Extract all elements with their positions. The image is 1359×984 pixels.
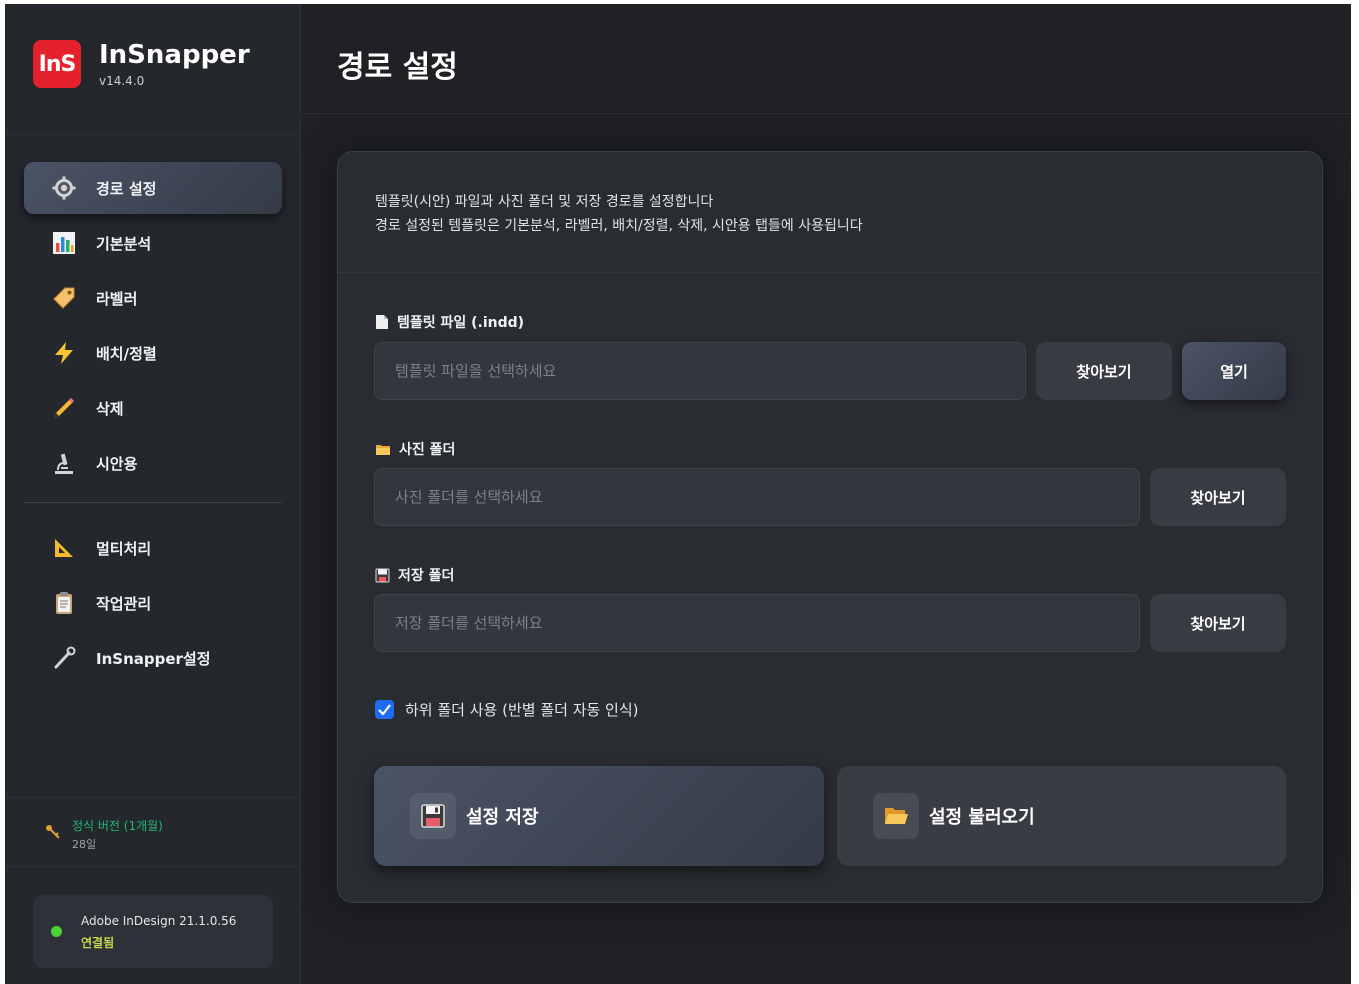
save-browse-button[interactable]: 찾아보기 (1150, 594, 1286, 652)
sidebar-item-label: 기본분석 (96, 234, 152, 253)
main-content: 경로 설정 템플릿(시안) 파일과 사진 폴더 및 저장 경로를 설정합니다 경… (301, 4, 1351, 984)
sidebar-item-label: 경로 설정 (96, 179, 157, 198)
pencil-icon (50, 394, 78, 422)
photo-folder-input[interactable] (374, 468, 1140, 526)
save-settings-button[interactable]: 설정 저장 (374, 766, 824, 866)
triangle-ruler-icon (50, 534, 78, 562)
document-icon (375, 314, 389, 330)
template-open-button[interactable]: 열기 (1182, 342, 1286, 400)
photo-folder-label: 사진 폴더 (375, 439, 455, 459)
clipboard-icon (50, 589, 78, 617)
template-file-input[interactable] (374, 342, 1026, 400)
sidebar-item-label: 배치/정렬 (96, 344, 157, 363)
wrench-icon (50, 644, 78, 672)
description-line-1: 템플릿(시안) 파일과 사진 폴더 및 저장 경로를 설정합니다 (375, 194, 714, 210)
panel-description: 템플릿(시안) 파일과 사진 폴더 및 저장 경로를 설정합니다 경로 설정된 … (338, 152, 1322, 273)
sidebar-item-label: 시안용 (96, 454, 138, 473)
path-settings-panel: 템플릿(시안) 파일과 사진 폴더 및 저장 경로를 설정합니다 경로 설정된 … (337, 151, 1323, 903)
page-header: 경로 설정 (301, 4, 1351, 114)
photo-folder-label-text: 사진 폴더 (399, 442, 456, 458)
tag-icon (50, 284, 78, 312)
sidebar-item-labeler[interactable]: 라벨러 (24, 272, 282, 324)
sidebar-item-insnapper-settings[interactable]: InSnapper설정 (24, 632, 282, 684)
sidebar-item-batch-sort[interactable]: 배치/정렬 (24, 327, 282, 379)
license-days: 28일 (72, 838, 97, 851)
description-line-2: 경로 설정된 템플릿은 기본분석, 라벨러, 배치/정렬, 삭제, 시안용 탭들… (375, 218, 863, 234)
sidebar-item-path-settings[interactable]: 경로 설정 (24, 162, 282, 214)
sidebar-item-draft[interactable]: 시안용 (24, 437, 282, 489)
bar-chart-icon (50, 229, 78, 257)
brand-header: InS InSnapper v14.4.0 (5, 4, 300, 135)
nav-divider (24, 502, 282, 503)
app-name: InSnapper (99, 40, 250, 70)
connection-indicator (51, 926, 62, 937)
sidebar-item-label: 멀티처리 (96, 539, 152, 558)
gear-icon (50, 174, 78, 202)
open-folder-icon (873, 793, 919, 839)
folder-icon (375, 442, 391, 456)
save-folder-label-text: 저장 폴더 (398, 568, 455, 584)
load-settings-label: 설정 불러오기 (929, 807, 1035, 828)
license-info: 정식 버전 (1개월) 28일 (5, 797, 301, 867)
page-title: 경로 설정 (337, 50, 458, 85)
subfolder-option[interactable]: 하위 폴더 사용 (반별 폴더 자동 인식) (375, 699, 639, 720)
subfolder-checkbox[interactable] (375, 700, 394, 719)
sidebar-item-label: 삭제 (96, 399, 124, 418)
key-icon (45, 824, 61, 844)
sidebar-item-label: 라벨러 (96, 289, 138, 308)
floppy-disk-icon (375, 568, 390, 583)
sidebar-item-label: InSnapper설정 (96, 649, 211, 668)
app-window: InS InSnapper v14.4.0 경로 설정 기본분석 라벨러 배치/… (5, 4, 1351, 984)
sidebar-nav: 경로 설정 기본분석 라벨러 배치/정렬 삭제 시안용 멀티처리 작업관리 In… (24, 162, 282, 687)
sidebar-item-delete[interactable]: 삭제 (24, 382, 282, 434)
save-folder-input[interactable] (374, 594, 1140, 652)
microscope-icon (50, 449, 78, 477)
save-settings-label: 설정 저장 (466, 807, 539, 828)
floppy-disk-icon (410, 793, 456, 839)
connection-status: Adobe InDesign 21.1.0.56 연결됨 (33, 895, 273, 968)
lightning-icon (50, 339, 78, 367)
photo-browse-button[interactable]: 찾아보기 (1150, 468, 1286, 526)
template-file-label: 템플릿 파일 (.indd) (375, 312, 524, 332)
sidebar-item-job-management[interactable]: 작업관리 (24, 577, 282, 629)
sidebar-item-label: 작업관리 (96, 594, 152, 613)
connection-app: Adobe InDesign 21.1.0.56 (81, 914, 237, 928)
sidebar: InS InSnapper v14.4.0 경로 설정 기본분석 라벨러 배치/… (5, 4, 301, 984)
subfolder-checkbox-label: 하위 폴더 사용 (반별 폴더 자동 인식) (405, 701, 639, 719)
app-version: v14.4.0 (99, 74, 145, 88)
connection-status-text: 연결됨 (81, 936, 115, 950)
load-settings-button[interactable]: 설정 불러오기 (837, 766, 1286, 866)
sidebar-item-basic-analysis[interactable]: 기본분석 (24, 217, 282, 269)
app-logo: InS (33, 40, 81, 88)
save-folder-label: 저장 폴더 (375, 565, 454, 585)
template-browse-button[interactable]: 찾아보기 (1036, 342, 1172, 400)
template-file-label-text: 템플릿 파일 (.indd) (397, 315, 525, 331)
license-type: 정식 버전 (1개월) (72, 819, 163, 833)
sidebar-item-multi-process[interactable]: 멀티처리 (24, 522, 282, 574)
